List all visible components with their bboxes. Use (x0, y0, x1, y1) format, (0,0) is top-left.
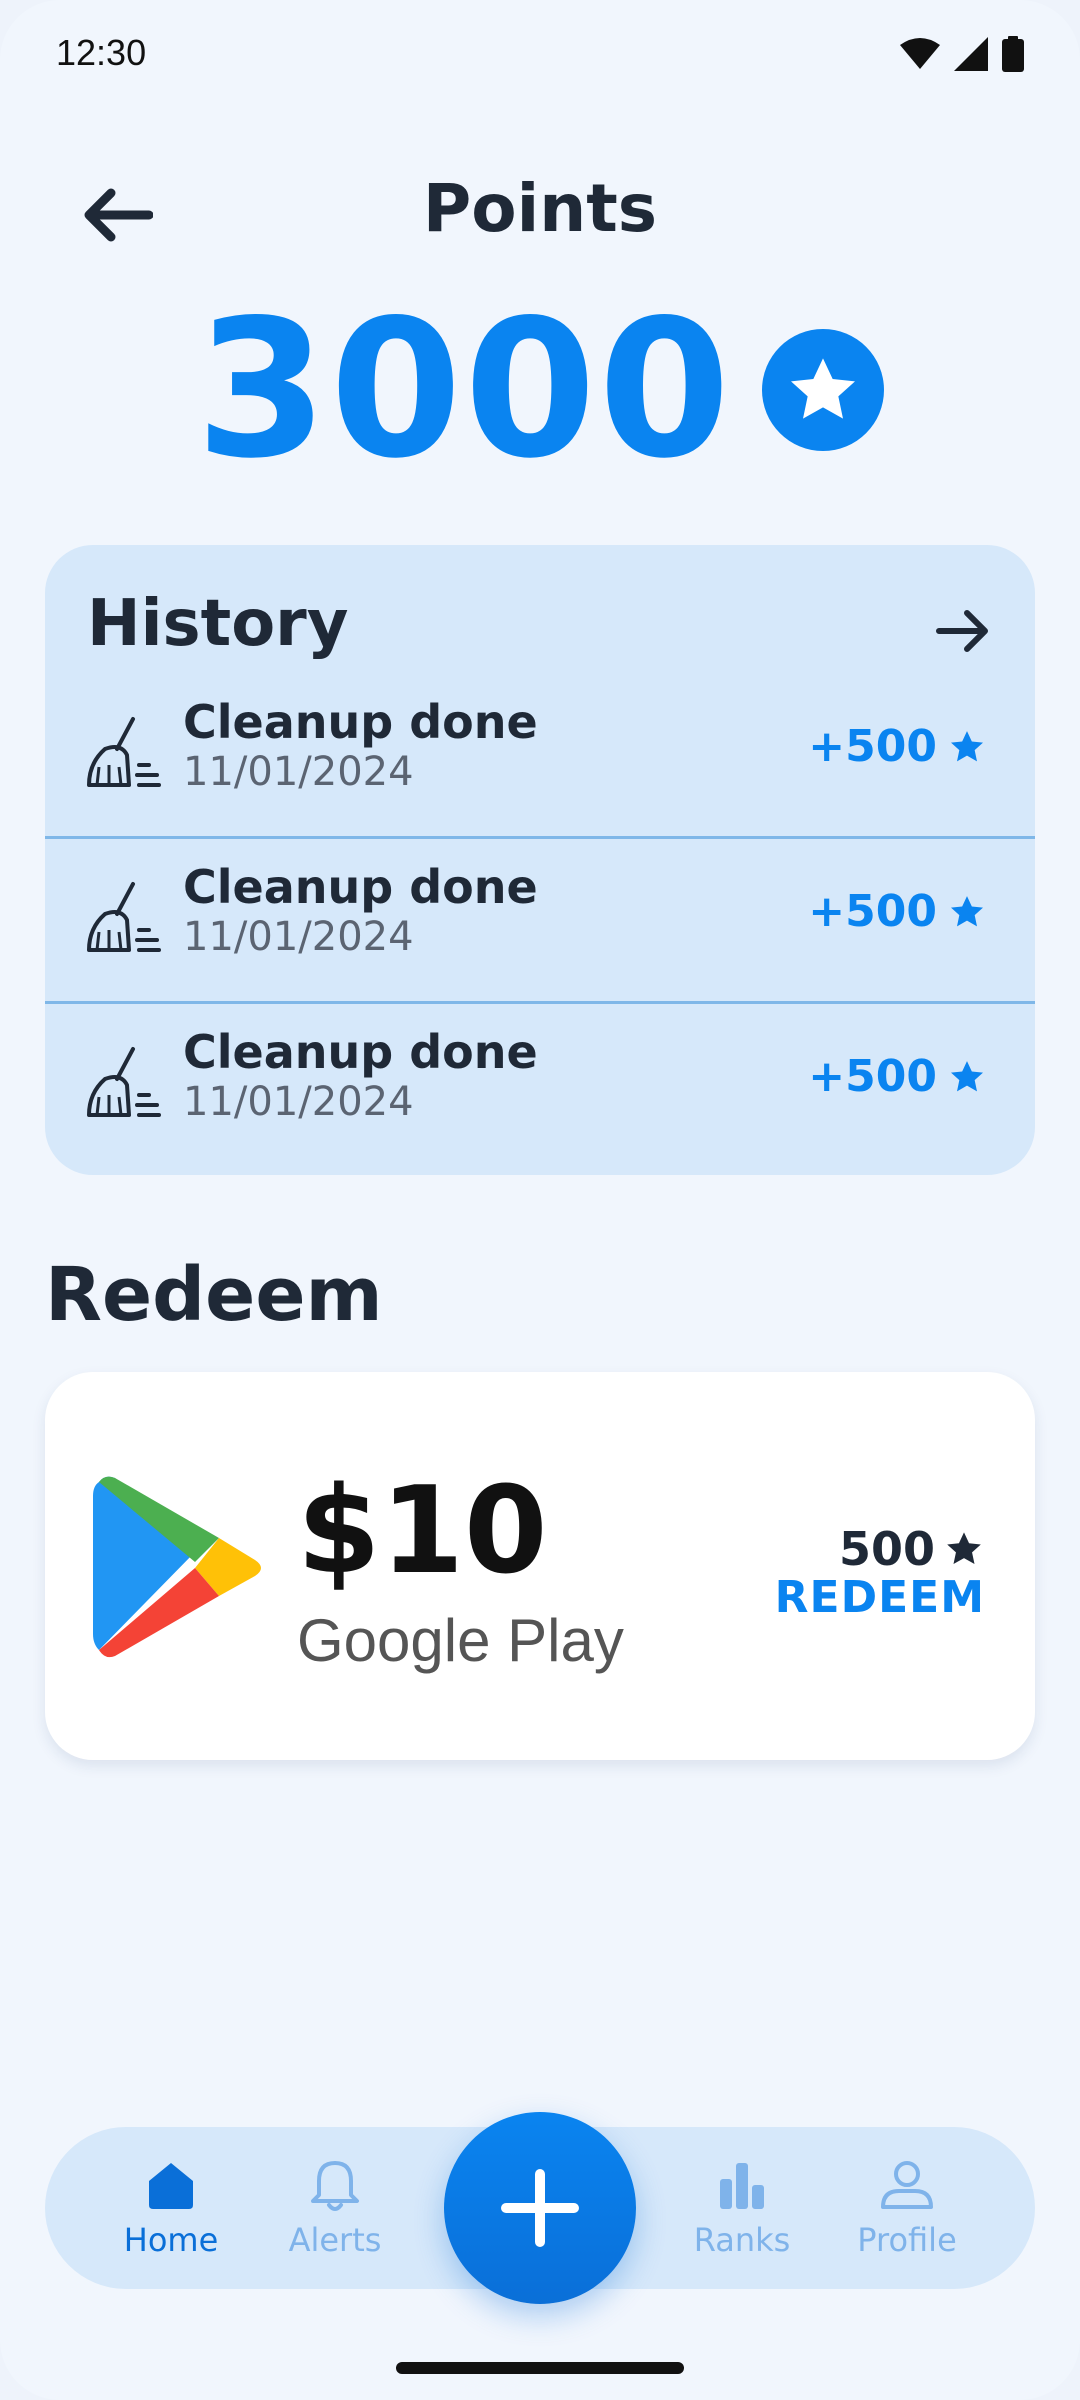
reward-card[interactable]: $10 Google Play 500 REDEEM (45, 1372, 1035, 1760)
bell-icon (311, 2161, 359, 2211)
history-item-date: 11/01/2024 (183, 914, 414, 960)
history-item-date: 11/01/2024 (183, 749, 414, 795)
status-icons (900, 36, 1024, 72)
star-icon (951, 1060, 983, 1091)
broom-icon (87, 1047, 161, 1117)
header: Points (0, 160, 1080, 260)
nav-label: Ranks (693, 2221, 791, 2259)
star-icon (947, 1532, 981, 1565)
google-play-logo-icon (93, 1476, 261, 1658)
star-icon (791, 358, 856, 419)
app-screen: 12:30 Points 3000 History Cleanup done 1… (0, 0, 1080, 2400)
nav-label: Home (123, 2221, 219, 2259)
reward-cost: 500 (839, 1522, 985, 1576)
nav-item-home[interactable]: Home (101, 2157, 241, 2267)
redeem-button[interactable]: REDEEM (775, 1572, 985, 1623)
nav-label: Profile (857, 2221, 957, 2259)
status-time: 12:30 (56, 32, 147, 73)
history-item-points-value: +500 (808, 886, 937, 937)
history-title: History (87, 587, 349, 661)
status-bar: 12:30 (0, 0, 1080, 110)
broom-icon (87, 882, 161, 952)
history-item[interactable]: Cleanup done 11/01/2024 +500 (45, 1005, 1035, 1169)
redeem-section-title: Redeem (45, 1252, 383, 1338)
history-item[interactable]: Cleanup done 11/01/2024 +500 (45, 675, 1035, 839)
points-total: 3000 (195, 279, 733, 500)
home-indicator[interactable] (396, 2362, 684, 2374)
reward-cost-value: 500 (838, 1522, 935, 1576)
history-item-points-value: +500 (808, 721, 937, 772)
history-item-title: Cleanup done (183, 1025, 538, 1079)
arrow-right-icon[interactable] (933, 601, 993, 661)
star-icon (951, 895, 983, 926)
broom-icon (87, 717, 161, 787)
history-item-points: +500 (808, 1051, 987, 1102)
history-item-title: Cleanup done (183, 695, 538, 749)
history-item-title: Cleanup done (183, 860, 538, 914)
wifi-icon (900, 38, 940, 69)
reward-amount: $10 (297, 1462, 548, 1601)
reward-brand: Google Play (297, 1607, 624, 1674)
nav-item-profile[interactable]: Profile (837, 2157, 977, 2267)
star-icon (951, 730, 983, 761)
nav-item-ranks[interactable]: Ranks (672, 2157, 812, 2267)
history-item-date: 11/01/2024 (183, 1079, 414, 1125)
signal-icon (954, 37, 988, 71)
history-item[interactable]: Cleanup done 11/01/2024 +500 (45, 840, 1035, 1004)
plus-icon (501, 2169, 579, 2247)
history-header[interactable]: History (45, 545, 1035, 675)
battery-icon (1002, 36, 1024, 72)
nav-label: Alerts (288, 2221, 382, 2259)
bar-chart-icon (720, 2163, 764, 2209)
nav-item-alerts[interactable]: Alerts (265, 2157, 405, 2267)
history-card: History Cleanup done 11/01/2024 +500 Cle… (45, 545, 1035, 1175)
add-button[interactable] (444, 2112, 636, 2304)
points-summary: 3000 (0, 279, 1080, 500)
star-badge-icon (762, 329, 885, 451)
user-icon (881, 2161, 933, 2209)
page-title: Points (422, 170, 658, 247)
history-item-points-value: +500 (808, 1051, 937, 1102)
history-item-points: +500 (808, 886, 987, 937)
home-icon (149, 2163, 193, 2209)
history-item-points: +500 (808, 721, 987, 772)
